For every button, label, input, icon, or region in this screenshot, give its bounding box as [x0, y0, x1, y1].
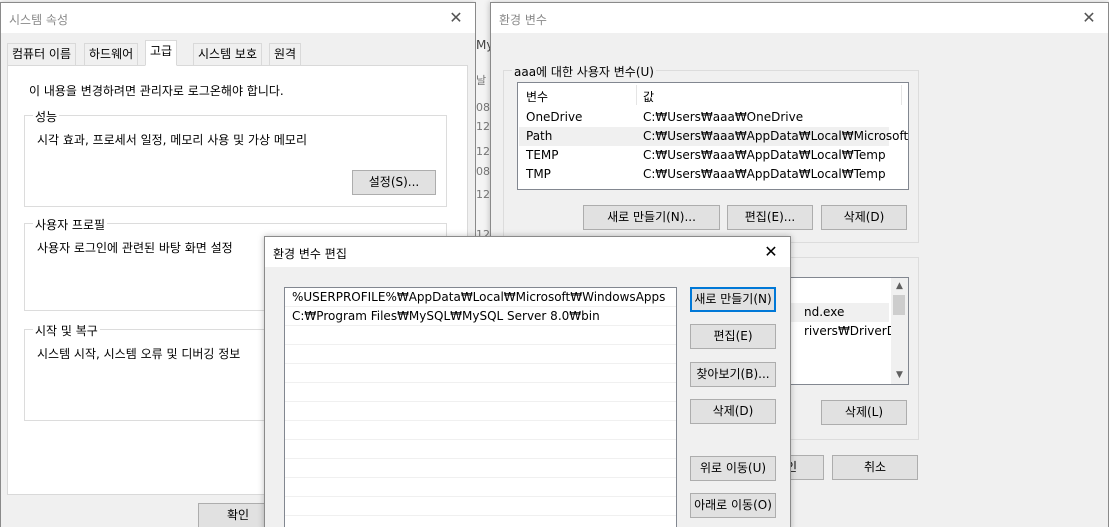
background-text: 12 [476, 120, 490, 133]
list-item[interactable]: %USERPROFILE%₩AppData₩Local₩Microsoft₩Wi… [285, 288, 676, 307]
window-title: 환경 변수 [499, 13, 547, 27]
variable-value: C:₩Users₩aaa₩AppData₩Local₩Temp [643, 148, 886, 162]
background-text: 12 [476, 145, 490, 158]
list-item[interactable]: TMP C:₩Users₩aaa₩AppData₩Local₩Temp [519, 165, 907, 184]
variable-name: TMP [526, 167, 551, 181]
background-text: My [476, 38, 490, 52]
column-header-name[interactable]: 변수 [526, 88, 548, 105]
environment-variables-titlebar[interactable]: 환경 변수 ✕ [491, 3, 1108, 33]
system-delete-button[interactable]: 삭제(L) [821, 400, 907, 425]
scroll-thumb[interactable] [893, 295, 905, 315]
list-item[interactable]: TEMP C:₩Users₩aaa₩AppData₩Local₩Temp [519, 146, 907, 165]
user-variables-group-title: aaa에 대한 사용자 변수(U) [512, 63, 656, 80]
list-header: 변수 값 [518, 83, 908, 107]
list-item[interactable] [285, 459, 676, 478]
env-cancel-button[interactable]: 취소 [832, 455, 918, 480]
performance-group: 성능 시각 효과, 프로세서 일정, 메모리 사용 및 가상 메모리 설정(S)… [24, 108, 447, 207]
tab-computer-name[interactable]: 컴퓨터 이름 [7, 43, 77, 65]
edit-environment-variable-dialog: 환경 변수 편집 ✕ %USERPROFILE%₩AppData₩Local₩M… [264, 236, 791, 527]
list-item[interactable] [285, 516, 676, 527]
list-item[interactable] [285, 364, 676, 383]
list-item[interactable] [285, 497, 676, 516]
scroll-down-icon[interactable]: ▼ [891, 367, 908, 384]
variable-name: OneDrive [526, 110, 583, 124]
user-delete-button[interactable]: 삭제(D) [821, 205, 907, 230]
performance-description: 시각 효과, 프로세서 일정, 메모리 사용 및 가상 메모리 [37, 133, 307, 147]
user-new-button[interactable]: 새로 만들기(N)... [583, 205, 720, 230]
performance-settings-button[interactable]: 설정(S)... [352, 170, 436, 195]
user-variables-list[interactable]: 변수 값 OneDrive C:₩Users₩aaa₩OneDrive Path… [517, 82, 909, 190]
dialog-title: 환경 변수 편집 [273, 247, 347, 261]
path-entry: C:₩Program Files₩MySQL₩MySQL Server 8.0₩… [292, 309, 600, 323]
system-variables-scrollbar[interactable]: ▲ ▼ [891, 278, 908, 384]
user-variables-group: aaa에 대한 사용자 변수(U) 변수 값 OneDrive C:₩Users… [503, 63, 919, 243]
path-entry: %USERPROFILE%₩AppData₩Local₩Microsoft₩Wi… [292, 290, 666, 304]
path-delete-button[interactable]: 삭제(D) [690, 399, 776, 424]
background-text: 08 [476, 165, 490, 178]
path-browse-button[interactable]: 찾아보기(B)... [690, 362, 776, 387]
startup-recovery-description: 시스템 시작, 시스템 오류 및 디버깅 정보 [37, 347, 241, 361]
list-item[interactable] [285, 478, 676, 497]
list-item[interactable] [285, 383, 676, 402]
variable-name: Path [526, 129, 553, 143]
user-profile-description: 사용자 로그인에 관련된 바탕 화면 설정 [37, 241, 233, 255]
admin-notice: 이 내용을 변경하려면 관리자로 로그온해야 합니다. [29, 84, 284, 98]
close-icon[interactable]: ✕ [758, 241, 784, 263]
path-move-up-button[interactable]: 위로 이동(U) [690, 456, 776, 481]
user-edit-button[interactable]: 편집(E)... [727, 205, 813, 230]
background-text: 12 [476, 188, 490, 201]
background-text: 08 [476, 101, 490, 114]
list-item[interactable] [285, 421, 676, 440]
list-item[interactable]: OneDrive C:₩Users₩aaa₩OneDrive [519, 108, 907, 127]
variable-value: C:₩Users₩aaa₩AppData₩Local₩Microsoft... [643, 129, 909, 143]
list-item[interactable]: C:₩Program Files₩MySQL₩MySQL Server 8.0₩… [285, 307, 676, 326]
scroll-up-icon[interactable]: ▲ [891, 278, 908, 295]
path-edit-button[interactable]: 편집(E) [690, 324, 776, 349]
edit-dialog-titlebar[interactable]: 환경 변수 편집 ✕ [265, 237, 790, 267]
tab-hardware[interactable]: 하드웨어 [84, 43, 139, 65]
window-title: 시스템 속성 [9, 13, 69, 27]
performance-group-title: 성능 [33, 108, 60, 125]
close-icon[interactable]: ✕ [1076, 7, 1102, 29]
path-new-button[interactable]: 새로 만들기(N) [690, 287, 776, 312]
list-item[interactable] [285, 326, 676, 345]
variable-value: nd.exe [804, 305, 845, 319]
variable-value: C:₩Users₩aaa₩AppData₩Local₩Temp [643, 167, 886, 181]
list-item[interactable] [285, 440, 676, 459]
list-item[interactable] [285, 402, 676, 421]
tab-remote[interactable]: 원격 [269, 43, 302, 65]
path-list[interactable]: %USERPROFILE%₩AppData₩Local₩Microsoft₩Wi… [284, 287, 677, 527]
list-item[interactable]: Path C:₩Users₩aaa₩AppData₩Local₩Microsof… [519, 127, 908, 146]
list-item[interactable] [285, 345, 676, 364]
tab-advanced[interactable]: 고급 [145, 40, 178, 66]
variable-value: C:₩Users₩aaa₩OneDrive [643, 110, 804, 124]
tab-system-protection[interactable]: 시스템 보호 [193, 43, 263, 65]
close-icon[interactable]: ✕ [443, 7, 469, 29]
user-profile-group-title: 사용자 프로필 [33, 216, 108, 233]
system-properties-titlebar[interactable]: 시스템 속성 ✕ [1, 3, 475, 33]
startup-recovery-group-title: 시작 및 복구 [33, 322, 100, 339]
path-move-down-button[interactable]: 아래로 이동(O) [690, 493, 776, 518]
variable-name: TEMP [526, 148, 559, 162]
background-text: 날 [476, 74, 487, 87]
column-header-value[interactable]: 값 [643, 88, 654, 105]
